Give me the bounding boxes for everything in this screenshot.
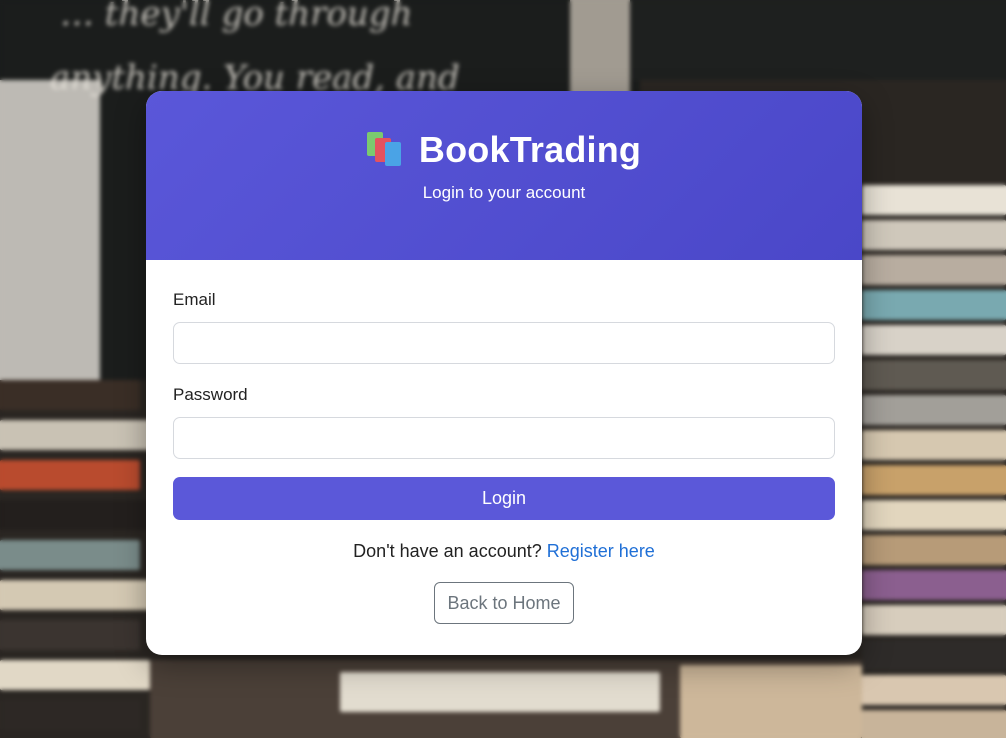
email-label: Email — [173, 290, 216, 309]
app-title: BookTrading — [418, 129, 642, 170]
email-field[interactable] — [173, 322, 835, 364]
page-subtitle: Login to your account — [422, 183, 586, 202]
password-label: Password — [173, 385, 248, 404]
register-prompt-line: Don't have an account? Register here — [173, 541, 835, 562]
books-icon — [366, 132, 405, 168]
password-field[interactable] — [173, 417, 835, 459]
login-button[interactable]: Login — [173, 477, 835, 520]
login-card: BookTrading Login to your account Email … — [146, 91, 862, 655]
card-header: BookTrading Login to your account — [146, 91, 862, 260]
login-form: Email Password Login Don't have an accou… — [146, 260, 862, 624]
brand: BookTrading — [366, 129, 642, 171]
back-to-home-button[interactable]: Back to Home — [434, 582, 574, 624]
register-prompt-text: Don't have an account? — [353, 541, 542, 561]
email-group: Email — [173, 290, 835, 364]
password-group: Password — [173, 385, 835, 459]
back-wrap: Back to Home — [173, 582, 835, 624]
register-link[interactable]: Register here — [547, 541, 655, 561]
